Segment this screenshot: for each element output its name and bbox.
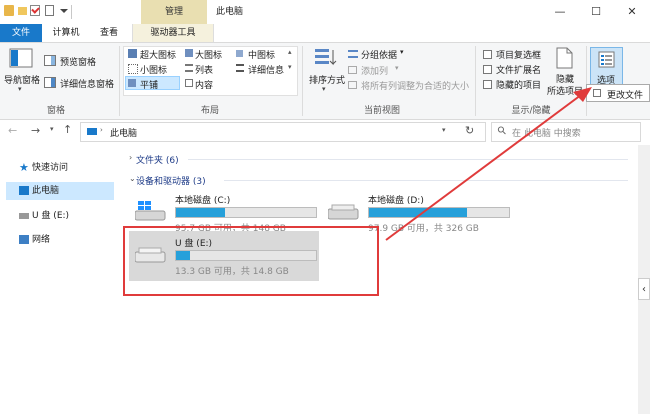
list-icon	[185, 64, 193, 72]
navigation-pane-icon	[9, 48, 33, 68]
tab-view[interactable]: 查看	[88, 24, 130, 42]
breadcrumb-this-pc[interactable]: 此电脑	[110, 126, 137, 139]
drive-usage-fill	[176, 208, 225, 217]
sidebar-item-label: 网络	[32, 235, 51, 245]
tiles-option[interactable]: 平铺	[140, 78, 158, 91]
star-icon: ★	[19, 161, 29, 174]
file-extensions-label: 文件扩展名	[496, 66, 542, 76]
options-icon	[598, 51, 615, 68]
group-label-pane: 窗格	[46, 106, 65, 116]
large-icons-icon	[185, 49, 193, 57]
sidebar-item-label: 快速访问	[32, 163, 69, 173]
windows-drive-icon	[135, 201, 166, 221]
details-pane-button[interactable]: 详细信息窗格	[60, 77, 114, 90]
small-icons-icon	[128, 64, 138, 74]
chevron-down-icon[interactable]: ▾	[322, 85, 326, 93]
content-option[interactable]: 内容	[195, 78, 213, 91]
sidebar-item-label: U 盘 (E:)	[32, 211, 70, 221]
navigation-pane: ★ 快速访问 此电脑 U 盘 (E:) 网络	[0, 145, 126, 414]
forward-arrow-icon[interactable]: →	[31, 124, 40, 137]
ribbon-tabs: 文件 计算机 查看 驱动器工具	[0, 24, 650, 43]
tab-computer[interactable]: 计算机	[44, 24, 88, 42]
group-by-icon	[348, 50, 358, 58]
change-folder-options-item[interactable]: 更改文件	[607, 88, 643, 101]
devices-group-header[interactable]: 设备和驱动器 (3)	[136, 174, 206, 187]
annotation-highlight-box	[123, 226, 379, 296]
gallery-scroll-up-icon[interactable]: ▴	[288, 48, 292, 56]
title-bar: 管理 此电脑 — ☐ ✕	[0, 0, 650, 24]
expand-panel-chevron-icon[interactable]: ‹	[638, 278, 650, 300]
group-label-layout: 布局	[200, 106, 219, 116]
small-icons-option[interactable]: 小图标	[140, 63, 167, 76]
chevron-down-icon[interactable]: ▾	[400, 48, 404, 56]
details-option[interactable]: 详细信息	[248, 63, 284, 76]
properties-icon[interactable]	[30, 5, 40, 16]
chevron-down-icon[interactable]: ▾	[395, 64, 399, 72]
up-arrow-icon[interactable]: ↑	[63, 123, 72, 136]
folders-group-header[interactable]: 文件夹 (6)	[136, 153, 179, 166]
medium-icons-icon	[236, 50, 243, 57]
window-title: 此电脑	[216, 7, 244, 17]
extra-large-icons-icon	[128, 49, 137, 58]
computer-icon	[19, 186, 29, 195]
divider	[302, 46, 303, 116]
preview-pane-button[interactable]: 预览窗格	[60, 55, 96, 68]
content-icon	[185, 79, 193, 87]
hide-selected-items-icon	[556, 47, 573, 69]
recent-locations-chevron-icon[interactable]: ▾	[50, 125, 54, 133]
gallery-scroll-down-icon[interactable]: ▾	[288, 63, 292, 71]
sort-by-icon	[315, 49, 337, 66]
chevron-down-icon[interactable]: ▾	[18, 85, 22, 93]
minimize-button[interactable]: —	[542, 0, 578, 24]
back-arrow-icon[interactable]: ←	[8, 124, 17, 137]
navigation-pane-button[interactable]: 导航窗格	[4, 73, 40, 86]
new-folder-icon[interactable]	[18, 7, 27, 15]
sidebar-item-this-pc[interactable]: 此电脑	[6, 182, 114, 200]
sidebar-item-network[interactable]: 网络	[6, 231, 114, 249]
divider	[71, 5, 72, 19]
document-icon[interactable]	[45, 5, 54, 16]
file-extensions-checkbox[interactable]	[483, 65, 492, 74]
drive-usage-bar	[175, 207, 317, 218]
folder-icon[interactable]	[4, 5, 14, 16]
add-columns-icon	[348, 66, 357, 74]
size-columns-icon	[348, 81, 357, 89]
sort-by-button[interactable]: 排序方式	[309, 73, 345, 86]
tiles-icon	[128, 79, 136, 87]
context-tab-manage[interactable]: 管理	[141, 0, 207, 24]
computer-icon	[87, 128, 97, 135]
item-checkboxes-label: 项目复选框	[496, 51, 542, 61]
annotation-arrow	[385, 87, 592, 241]
sidebar-item-quick-access[interactable]: ★ 快速访问	[6, 159, 114, 177]
drive-name: 本地磁盘 (C:)	[175, 196, 231, 206]
close-button[interactable]: ✕	[614, 0, 650, 24]
tab-file[interactable]: 文件	[0, 24, 42, 42]
details-view-icon	[236, 64, 244, 72]
tab-drive-tools[interactable]: 驱动器工具	[132, 24, 214, 42]
item-checkboxes-checkbox[interactable]	[483, 50, 492, 59]
details-pane-icon	[44, 77, 56, 88]
customize-toolbar-chevron-icon[interactable]	[60, 9, 68, 13]
add-columns-button[interactable]: 添加列	[361, 64, 388, 77]
breadcrumb-chevron-icon[interactable]: ›	[100, 126, 103, 134]
large-icons-option[interactable]: 大图标	[195, 48, 222, 61]
extra-large-icons-option[interactable]: 超大图标	[140, 48, 176, 61]
list-option[interactable]: 列表	[195, 63, 213, 76]
sidebar-item-usb-drive[interactable]: U 盘 (E:)	[6, 207, 114, 225]
chevron-down-icon[interactable]: ⌄	[129, 174, 136, 183]
sidebar-item-label: 此电脑	[32, 186, 60, 196]
hard-drive-icon	[328, 204, 359, 220]
chevron-right-icon[interactable]: ›	[129, 153, 132, 162]
divider	[119, 46, 120, 116]
preview-pane-icon	[44, 55, 56, 66]
group-by-button[interactable]: 分组依据	[361, 48, 397, 61]
medium-icons-option[interactable]: 中图标	[248, 48, 275, 61]
maximize-button[interactable]: ☐	[578, 0, 614, 24]
usb-drive-icon	[19, 213, 29, 219]
network-icon	[19, 235, 29, 244]
